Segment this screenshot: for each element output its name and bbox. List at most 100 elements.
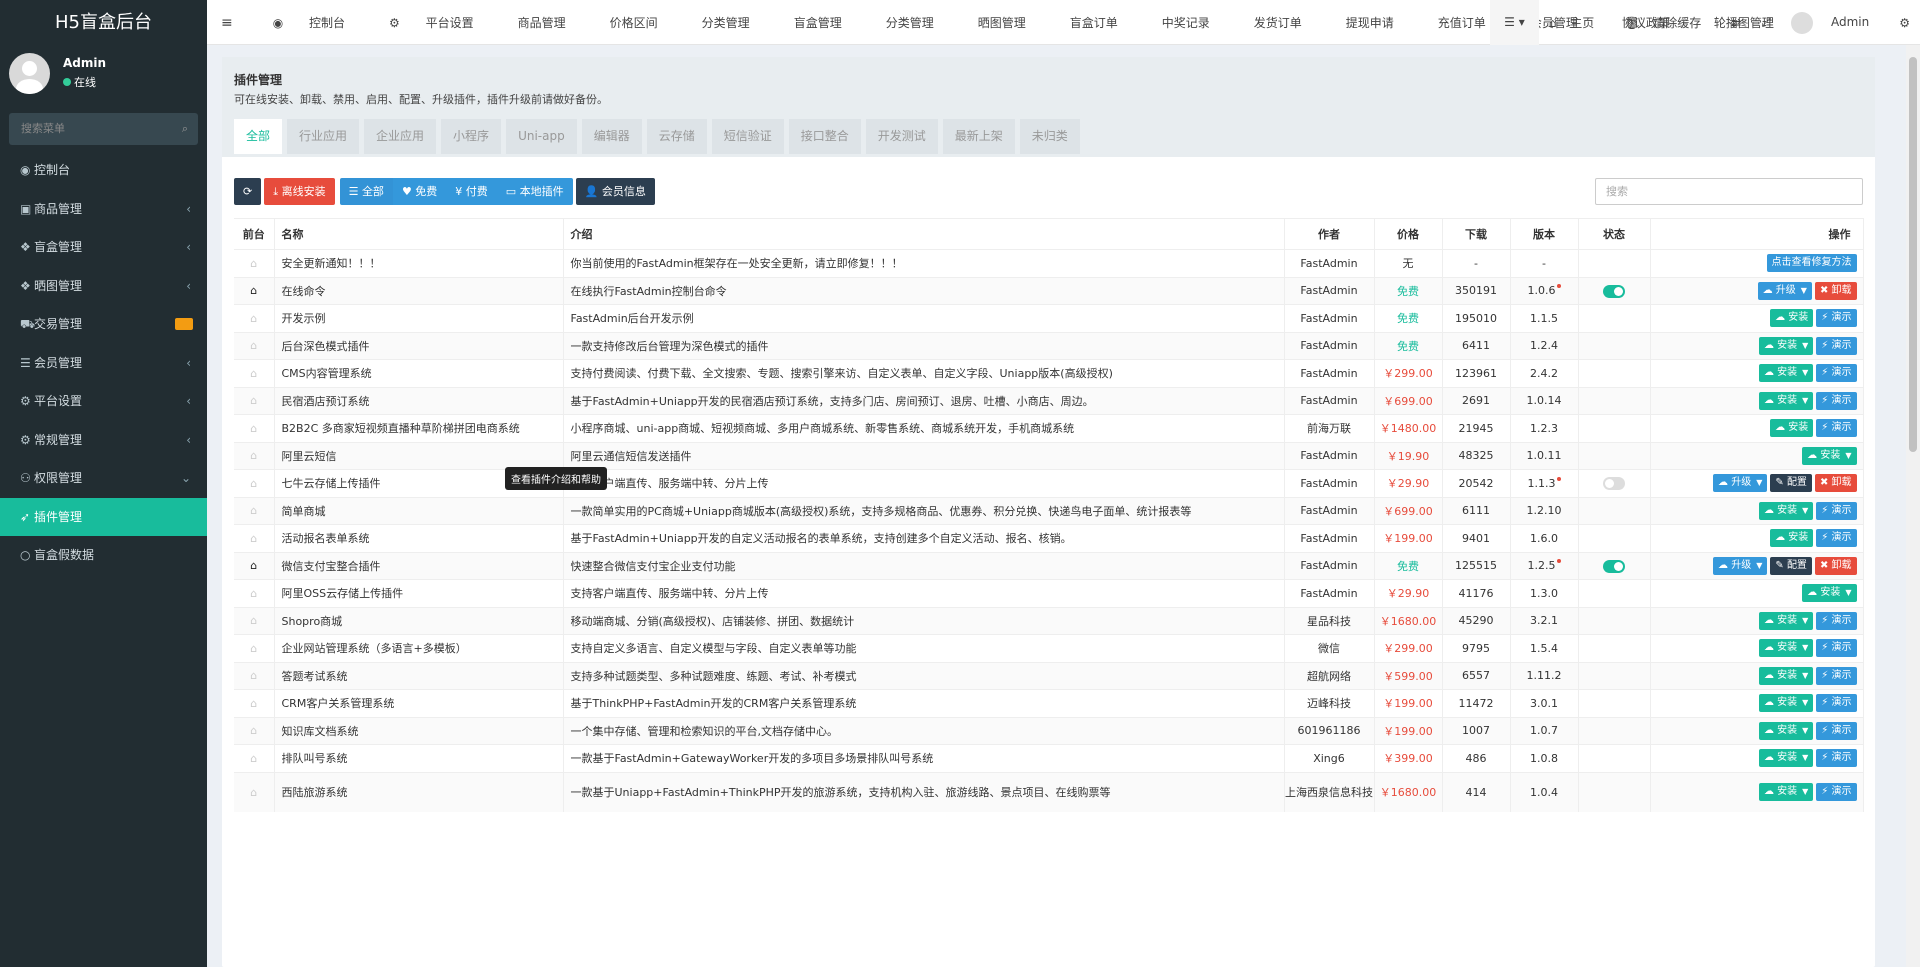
status-toggle[interactable] xyxy=(1603,559,1625,573)
member-info-button[interactable]: 👤 会员信息 xyxy=(575,178,655,205)
plugin-name[interactable]: 民宿酒店预订系统 xyxy=(274,386,564,415)
plugin-name[interactable]: 答题考试系统 xyxy=(274,661,564,690)
plugin-name[interactable]: CMS内容管理系统 xyxy=(274,359,564,387)
home-icon[interactable]: ⌂ xyxy=(250,614,257,627)
tab-11[interactable]: 未归类 xyxy=(1019,119,1080,154)
refresh-button[interactable]: ⟳ xyxy=(234,178,262,205)
plugin-name[interactable]: 阿里OSS云存储上传插件 xyxy=(274,579,564,607)
install-button[interactable]: ☁ 安装 ▼ xyxy=(1758,639,1814,658)
home-icon[interactable]: ⌂ xyxy=(250,504,257,517)
filter-free-button[interactable]: ♥ 免费 xyxy=(392,178,447,205)
home-icon[interactable]: ⌂ xyxy=(250,367,257,380)
install-button[interactable]: ☁ 安装 ▼ xyxy=(1758,501,1814,520)
plugin-name[interactable]: Shopro商城 xyxy=(274,606,564,635)
plugin-name[interactable]: 开发示例 xyxy=(274,304,564,332)
search-input[interactable]: 搜索 xyxy=(1595,178,1863,205)
plugin-name[interactable]: 简单商城 xyxy=(274,496,564,525)
sidebar-item[interactable]: ◉ 控制台 xyxy=(0,151,207,190)
clear-cache-button[interactable]: 🗑 清除缓存 xyxy=(1614,14,1721,31)
home-icon[interactable]: ⌂ xyxy=(250,312,257,325)
tab-6[interactable]: 云存储 xyxy=(646,119,707,154)
top-nav-item[interactable]: 盲盒管理 xyxy=(772,14,864,31)
demo-button[interactable]: ⚡ 演示 xyxy=(1816,721,1857,740)
offline-install-button[interactable]: ⤓ 离线安装 xyxy=(264,178,335,205)
home-icon[interactable]: ⌂ xyxy=(250,257,257,270)
home-icon[interactable]: ⌂ xyxy=(250,449,257,462)
status-toggle[interactable] xyxy=(1603,284,1625,298)
top-nav-item[interactable]: 商品管理 xyxy=(496,14,588,31)
top-nav-item[interactable]: 分类管理 xyxy=(680,14,772,31)
top-nav-item[interactable]: 晒图管理 xyxy=(956,14,1048,31)
install-button[interactable]: ☁ 安装 ▼ xyxy=(1758,783,1814,802)
home-icon[interactable]: ⌂ xyxy=(250,339,257,352)
fix-button[interactable]: 点击查看修复方法 xyxy=(1766,254,1857,273)
sidebar-item[interactable]: ❖ 晒图管理 ‹ xyxy=(0,267,207,306)
sidebar-item[interactable]: ⛟交易管理 xyxy=(0,305,207,344)
upgrade-button[interactable]: ☁ 升级 ▼ xyxy=(1757,281,1812,300)
demo-button[interactable]: ⚡ 演示 xyxy=(1816,611,1857,630)
sidebar-item[interactable]: ○ 盲盒假数据 xyxy=(0,536,207,575)
tab-9[interactable]: 开发测试 xyxy=(865,119,938,154)
plugin-name[interactable]: 企业网站管理系统（多语言+多模板） xyxy=(274,634,564,662)
home-icon[interactable]: ⌂ xyxy=(250,587,257,600)
nav-menu-icon[interactable]: ☰ ▾ xyxy=(1490,0,1539,45)
plugin-name[interactable]: 活动报名表单系统 xyxy=(274,524,564,552)
plugin-name[interactable]: CRM客户关系管理系统 xyxy=(274,689,564,717)
install-button[interactable]: ☁ 安装 xyxy=(1770,309,1814,328)
demo-button[interactable]: ⚡ 演示 xyxy=(1816,501,1857,520)
sidebar-item[interactable]: ⚙ 平台设置 ‹ xyxy=(0,382,207,421)
install-button[interactable]: ☁ 安装 ▼ xyxy=(1758,391,1814,410)
sidebar-item[interactable]: ⚙ 常规管理 ‹ xyxy=(0,421,207,460)
demo-button[interactable]: ⚡ 演示 xyxy=(1816,694,1857,713)
tab-4[interactable]: Uni-app xyxy=(506,119,577,154)
sidebar-item[interactable]: ⚇ 权限管理 ⌄ xyxy=(0,459,207,498)
menu-search-input[interactable]: 搜索菜单 ⌕ xyxy=(9,113,198,145)
plugin-name[interactable]: B2B2C 多商家短视频直播种草阶梯拼团电商系统 xyxy=(274,414,564,442)
plugin-name[interactable]: 西陆旅游系统 xyxy=(274,771,564,812)
uninstall-button[interactable]: ✖ 卸载 xyxy=(1814,281,1857,300)
home-icon[interactable]: ⌂ xyxy=(250,642,257,655)
demo-button[interactable]: ⚡ 演示 xyxy=(1816,749,1857,768)
tab-1[interactable]: 行业应用 xyxy=(287,119,360,154)
tab-0[interactable]: 全部 xyxy=(234,119,283,154)
app-logo[interactable]: H5盲盒后台 xyxy=(0,0,207,45)
filter-all-button[interactable]: ☰ 全部 xyxy=(339,178,393,205)
language-icon[interactable]: ⇄ xyxy=(1721,16,1751,30)
top-nav-item[interactable]: 提现申请 xyxy=(1324,14,1416,31)
home-icon[interactable]: ⌂ xyxy=(250,697,257,710)
top-nav-item[interactable]: 中奖记录 xyxy=(1140,14,1232,31)
install-button[interactable]: ☁ 安装 xyxy=(1770,419,1814,438)
plugin-name[interactable]: 阿里云短信 xyxy=(274,441,564,470)
demo-button[interactable]: ⚡ 演示 xyxy=(1816,336,1857,355)
install-button[interactable]: ☁ 安装 ▼ xyxy=(1758,364,1814,383)
install-button[interactable]: ☁ 安装 ▼ xyxy=(1802,584,1857,603)
home-icon[interactable]: ⌂ xyxy=(250,394,257,407)
demo-button[interactable]: ⚡ 演示 xyxy=(1816,419,1857,438)
top-nav-item[interactable]: 发货订单 xyxy=(1232,14,1324,31)
install-button[interactable]: ☁ 安装 ▼ xyxy=(1758,336,1814,355)
sidebar-item[interactable]: ▣ 商品管理 ‹ xyxy=(0,190,207,229)
scrollbar-thumb[interactable] xyxy=(1909,57,1917,452)
home-link[interactable]: ⌂ 主页 xyxy=(1539,14,1614,31)
demo-button[interactable]: ⚡ 演示 xyxy=(1816,309,1857,328)
install-button[interactable]: ☁ 安装 ▼ xyxy=(1758,611,1814,630)
tab-8[interactable]: 接口整合 xyxy=(788,119,861,154)
top-nav-item[interactable]: 价格区间 xyxy=(588,14,680,31)
home-icon[interactable]: ⌂ xyxy=(250,786,257,799)
home-icon[interactable]: ⌂ xyxy=(250,669,257,682)
upgrade-button[interactable]: ☁ 升级 ▼ xyxy=(1713,556,1768,575)
plugin-name[interactable]: 微信支付宝整合插件 xyxy=(274,551,564,580)
home-icon[interactable]: ⌂ xyxy=(250,532,257,545)
config-button[interactable]: ✎ 配置 xyxy=(1770,556,1812,575)
demo-button[interactable]: ⚡ 演示 xyxy=(1816,391,1857,410)
tab-7[interactable]: 短信验证 xyxy=(711,119,784,154)
demo-button[interactable]: ⚡ 演示 xyxy=(1816,639,1857,658)
tab-10[interactable]: 最新上架 xyxy=(942,119,1015,154)
plugin-name[interactable]: 在线命令 xyxy=(274,276,564,305)
sidebar-toggle-icon[interactable]: ≡ xyxy=(207,15,251,31)
install-button[interactable]: ☁ 安装 xyxy=(1770,529,1814,548)
filter-paid-button[interactable]: ¥ 付费 xyxy=(446,178,497,205)
install-button[interactable]: ☁ 安装 ▼ xyxy=(1758,749,1814,768)
demo-button[interactable]: ⚡ 演示 xyxy=(1816,783,1857,802)
sidebar-item[interactable]: ➶ 插件管理 xyxy=(0,497,207,536)
